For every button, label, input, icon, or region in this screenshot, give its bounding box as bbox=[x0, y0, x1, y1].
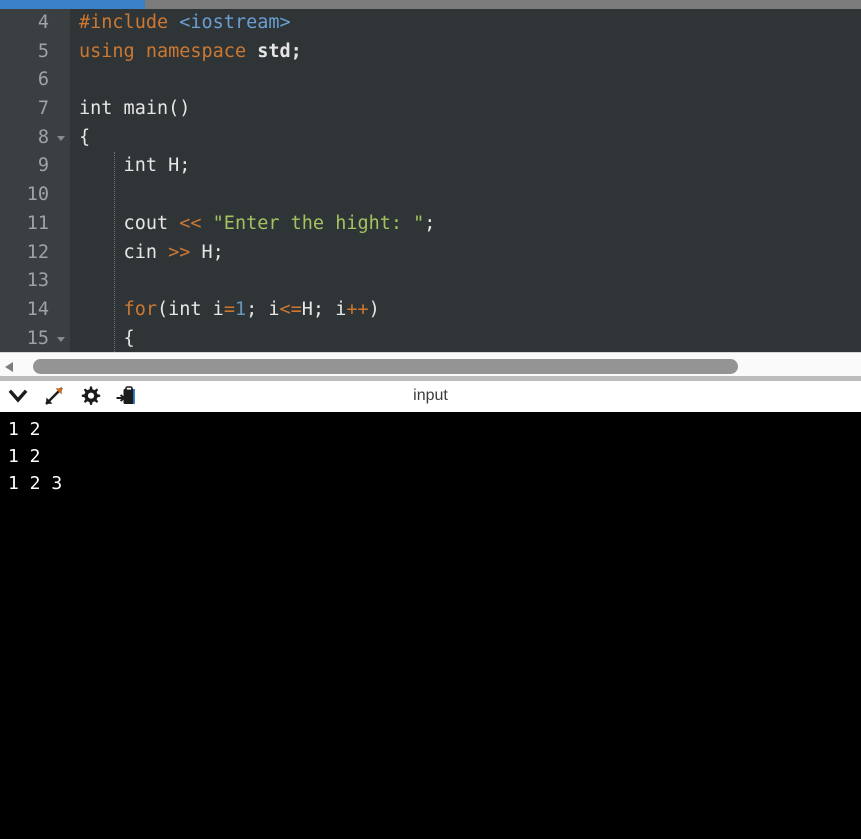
code-line[interactable]: 4#include <iostream> bbox=[0, 9, 861, 38]
code-token: cout bbox=[79, 213, 179, 234]
code-token: = bbox=[224, 299, 235, 320]
code-line[interactable]: 11 cout << "Enter the hight: "; bbox=[0, 210, 861, 239]
code-text[interactable] bbox=[70, 181, 861, 210]
code-token: ) bbox=[369, 299, 380, 320]
code-token: <= bbox=[280, 299, 302, 320]
console-line: 1 2 bbox=[8, 443, 861, 470]
code-text[interactable] bbox=[70, 267, 861, 296]
line-number: 12 bbox=[0, 239, 70, 268]
code-token: H; bbox=[190, 242, 223, 263]
code-token: (int i bbox=[157, 299, 224, 320]
console-output[interactable]: 1 21 21 2 3 bbox=[0, 412, 861, 839]
code-line[interactable]: 7 int main() bbox=[0, 95, 861, 124]
code-text[interactable]: { bbox=[70, 325, 861, 352]
console-line: 1 2 3 bbox=[8, 470, 861, 497]
code-token: { bbox=[79, 127, 90, 148]
line-number: 13 bbox=[0, 267, 70, 296]
code-text[interactable]: using namespace std; bbox=[70, 38, 861, 67]
code-token bbox=[168, 12, 179, 33]
code-token: <iostream> bbox=[179, 12, 290, 33]
gear-icon[interactable] bbox=[72, 381, 108, 412]
line-number: 4 bbox=[0, 9, 70, 38]
code-line[interactable]: 12 cin >> H; bbox=[0, 239, 861, 268]
code-text[interactable]: { bbox=[70, 124, 861, 153]
line-number: 7 bbox=[0, 95, 70, 124]
code-token: int main() bbox=[79, 98, 190, 119]
code-token: >> bbox=[168, 242, 190, 263]
ide-window: 4#include <iostream>5using namespace std… bbox=[0, 0, 861, 839]
chevron-down-icon[interactable] bbox=[0, 381, 36, 412]
fold-marker-icon[interactable] bbox=[57, 136, 65, 141]
line-number: 9 bbox=[0, 152, 70, 181]
code-token: << bbox=[179, 213, 201, 234]
code-token: { bbox=[79, 328, 135, 349]
line-number: 15 bbox=[0, 325, 70, 352]
line-number: 10 bbox=[0, 181, 70, 210]
code-text[interactable]: #include <iostream> bbox=[70, 9, 861, 38]
code-line[interactable]: 10 bbox=[0, 181, 861, 210]
line-number: 14 bbox=[0, 296, 70, 325]
code-token: H; i bbox=[302, 299, 347, 320]
line-number: 6 bbox=[0, 66, 70, 95]
code-token: std; bbox=[257, 41, 302, 62]
code-line[interactable]: 6 bbox=[0, 66, 861, 95]
fold-marker-icon[interactable] bbox=[57, 337, 65, 342]
code-line[interactable]: 13 bbox=[0, 267, 861, 296]
code-text[interactable] bbox=[70, 66, 861, 95]
code-line[interactable]: 15 { bbox=[0, 325, 861, 352]
line-number: 8 bbox=[0, 124, 70, 153]
editor-horizontal-scrollbar[interactable] bbox=[0, 352, 861, 381]
code-token bbox=[202, 213, 213, 234]
code-token bbox=[135, 41, 146, 62]
code-token bbox=[79, 299, 124, 320]
code-line[interactable]: 14 for(int i=1; i<=H; i++) bbox=[0, 296, 861, 325]
code-token: 1 bbox=[235, 299, 246, 320]
code-line-list: 4#include <iostream>5using namespace std… bbox=[0, 9, 861, 352]
code-token: cin bbox=[79, 242, 168, 263]
code-editor[interactable]: 4#include <iostream>5using namespace std… bbox=[0, 9, 861, 352]
editor-scrollbar-thumb[interactable] bbox=[33, 359, 738, 374]
code-text[interactable]: for(int i=1; i<=H; i++) bbox=[70, 296, 861, 325]
code-text[interactable]: int H; bbox=[70, 152, 861, 181]
code-token: #include bbox=[79, 12, 168, 33]
code-token: ++ bbox=[346, 299, 368, 320]
code-token: int H; bbox=[79, 155, 190, 176]
code-token: using bbox=[79, 41, 135, 62]
console-line: 1 2 bbox=[8, 416, 861, 443]
code-line[interactable]: 5using namespace std; bbox=[0, 38, 861, 67]
top-horizontal-scrollbar[interactable] bbox=[0, 0, 861, 9]
code-text[interactable]: cout << "Enter the hight: "; bbox=[70, 210, 861, 239]
code-token: ; bbox=[424, 213, 435, 234]
line-number: 5 bbox=[0, 38, 70, 67]
code-token: ; i bbox=[246, 299, 279, 320]
expand-arrows-icon[interactable] bbox=[36, 381, 72, 412]
code-line[interactable]: 8{ bbox=[0, 124, 861, 153]
code-token: for bbox=[124, 299, 157, 320]
code-line[interactable]: 9 int H; bbox=[0, 152, 861, 181]
code-token: "Enter the hight: " bbox=[213, 213, 425, 234]
code-token: namespace bbox=[146, 41, 246, 62]
scroll-left-arrow-icon[interactable] bbox=[5, 362, 13, 372]
line-number: 11 bbox=[0, 210, 70, 239]
code-text[interactable]: cin >> H; bbox=[70, 239, 861, 268]
top-scrollbar-thumb[interactable] bbox=[0, 0, 145, 9]
paste-clipboard-icon[interactable] bbox=[108, 381, 144, 412]
code-text[interactable]: int main() bbox=[70, 95, 861, 124]
console-toolbar: input bbox=[0, 381, 861, 412]
code-token bbox=[246, 41, 257, 62]
